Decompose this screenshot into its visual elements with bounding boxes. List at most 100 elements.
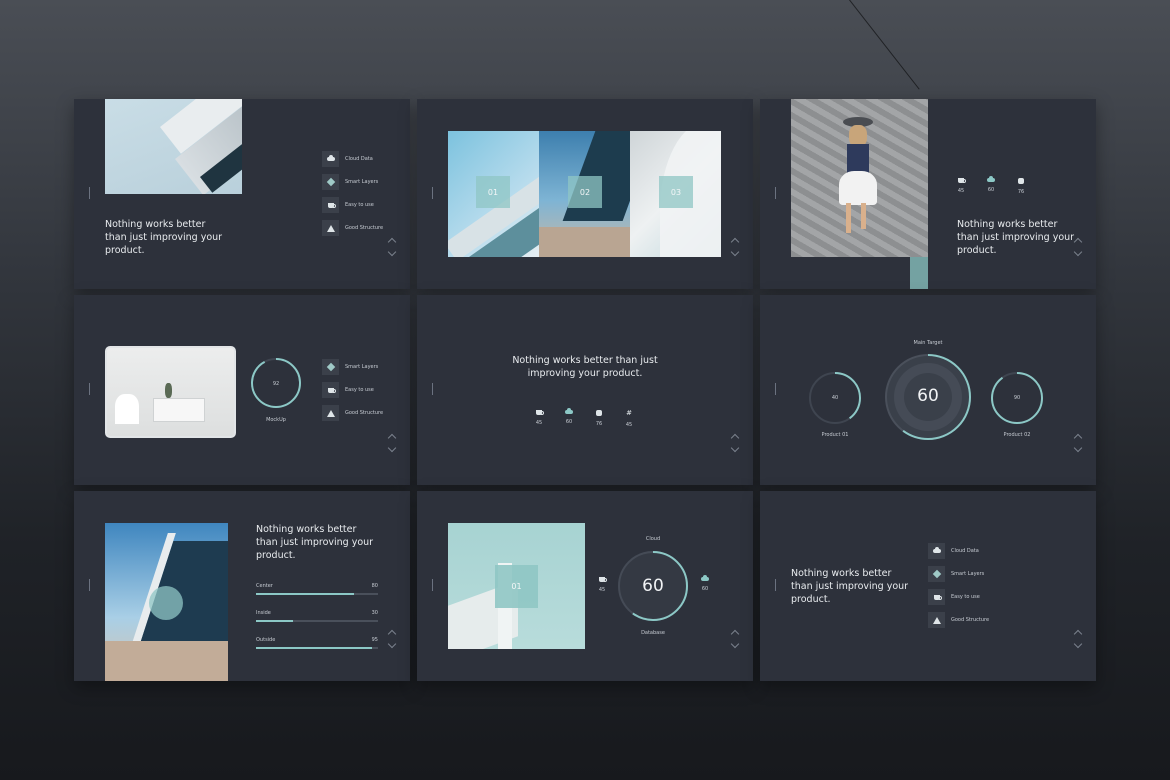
slide-6[interactable]: Main Target 60 40 Product 01 90 Product … xyxy=(760,295,1096,485)
chevron-up-icon[interactable] xyxy=(730,237,740,247)
slide-nav[interactable] xyxy=(1073,433,1083,455)
main-target-label: Main Target xyxy=(913,340,943,346)
feature-item: Good Structure xyxy=(322,220,383,236)
slide-headline: Nothing works better than just improving… xyxy=(957,219,1075,256)
slide-nav[interactable] xyxy=(387,433,397,455)
product-02-label: Product 02 xyxy=(1003,432,1031,438)
slide-marker xyxy=(432,187,433,199)
progress-inside: Inside 30 xyxy=(256,610,378,622)
slide-4[interactable]: 92 MockUp Smart Layers Easy to use Good … xyxy=(74,295,410,485)
architecture-photo xyxy=(105,523,228,681)
accent-strip xyxy=(910,257,928,289)
chevron-down-icon[interactable] xyxy=(387,247,397,257)
stat-item: 76 xyxy=(584,410,614,428)
slide-nav[interactable] xyxy=(1073,629,1083,651)
slide-nav[interactable] xyxy=(387,237,397,259)
stat-item: #45 xyxy=(625,409,633,429)
cup-icon xyxy=(599,577,607,582)
building-photo xyxy=(105,99,242,194)
chevron-down-icon[interactable] xyxy=(1073,247,1083,257)
feature-list: Cloud Data Smart Layers Easy to use Good… xyxy=(322,151,383,236)
number-tile: 01 xyxy=(495,565,538,608)
slide-marker xyxy=(89,383,90,395)
feature-item: Smart Layers xyxy=(322,359,383,375)
chevron-down-icon[interactable] xyxy=(730,247,740,257)
mockup-photo xyxy=(105,346,236,438)
chevron-up-icon[interactable] xyxy=(1073,237,1083,247)
slide-nav[interactable] xyxy=(730,433,740,455)
hash-icon: # xyxy=(626,409,632,417)
slide-marker xyxy=(775,187,776,199)
gauge-top-label: Cloud xyxy=(645,536,661,542)
slide-marker xyxy=(432,383,433,395)
cup-icon xyxy=(327,202,336,208)
layers-icon xyxy=(326,362,335,372)
cup-icon xyxy=(933,594,942,600)
chevron-up-icon[interactable] xyxy=(387,237,397,247)
product-01-value: 40 xyxy=(831,395,839,401)
chevron-down-icon[interactable] xyxy=(387,639,397,649)
cloud-icon xyxy=(932,547,941,553)
gauge-value: 60 xyxy=(642,576,664,596)
chevron-up-icon[interactable] xyxy=(387,629,397,639)
slide-2[interactable]: 01 02 03 xyxy=(417,99,753,289)
number-tile: 01 xyxy=(476,176,510,208)
slide-headline: Nothing works better than just improving… xyxy=(256,524,374,561)
slide-7[interactable]: Nothing works better than just improving… xyxy=(74,491,410,681)
chevron-down-icon[interactable] xyxy=(387,443,397,453)
peak-icon xyxy=(326,224,335,232)
product-01-label: Product 01 xyxy=(821,432,849,438)
feature-item: Good Structure xyxy=(322,405,383,421)
database-icon xyxy=(596,410,602,416)
feature-item: Easy to use xyxy=(322,382,383,398)
slide-9[interactable]: Nothing works better than just improving… xyxy=(760,491,1096,681)
slide-marker xyxy=(89,187,90,199)
chevron-up-icon[interactable] xyxy=(730,629,740,639)
product-02-value: 90 xyxy=(1013,395,1021,401)
cloud-icon xyxy=(326,155,335,161)
progress-outside: Outside 95 xyxy=(256,637,378,649)
stat-item: 45 xyxy=(587,577,617,593)
slide-8[interactable]: 01 Cloud 60 Database 45 60 xyxy=(417,491,753,681)
slide-nav[interactable] xyxy=(730,629,740,651)
feature-item: Easy to use xyxy=(928,589,989,605)
mockup-label: MockUp xyxy=(266,417,286,423)
slide-nav[interactable] xyxy=(387,629,397,651)
progress-fill xyxy=(256,593,354,595)
slide-nav[interactable] xyxy=(730,237,740,259)
cup-icon xyxy=(958,178,966,183)
stat-item: 45 xyxy=(946,178,976,195)
cup-icon xyxy=(536,410,544,415)
chevron-up-icon[interactable] xyxy=(730,433,740,443)
slide-nav[interactable] xyxy=(1073,237,1083,259)
slide-marker xyxy=(89,579,90,591)
stats-row: 45 60 76 #45 xyxy=(524,408,644,429)
layers-icon xyxy=(932,569,941,579)
gauge-bottom-label: Database xyxy=(641,630,665,636)
chevron-up-icon[interactable] xyxy=(387,433,397,443)
chevron-up-icon[interactable] xyxy=(1073,629,1083,639)
feature-item: Easy to use xyxy=(322,197,383,213)
mockup-value: 92 xyxy=(272,381,280,387)
feature-item: Smart Layers xyxy=(322,174,383,190)
progress-fill xyxy=(256,647,372,649)
cloud-icon xyxy=(565,408,573,414)
progress-center: Center 80 xyxy=(256,583,378,595)
layers-icon xyxy=(326,177,335,187)
chevron-up-icon[interactable] xyxy=(1073,433,1083,443)
number-tile: 03 xyxy=(659,176,693,208)
chevron-down-icon[interactable] xyxy=(730,639,740,649)
feature-item: Cloud Data xyxy=(322,151,383,167)
feature-item: Smart Layers xyxy=(928,566,989,582)
chevron-down-icon[interactable] xyxy=(730,443,740,453)
slide-5[interactable]: Nothing works better than just improving… xyxy=(417,295,753,485)
chevron-down-icon[interactable] xyxy=(1073,639,1083,649)
slide-marker xyxy=(775,383,776,395)
background-streak xyxy=(845,0,920,90)
slide-1[interactable]: Nothing works better than just improving… xyxy=(74,99,410,289)
slide-3[interactable]: 45 60 76 Nothing works better than just … xyxy=(760,99,1096,289)
chevron-down-icon[interactable] xyxy=(1073,443,1083,453)
stat-item: 60 xyxy=(554,408,584,428)
stat-item: 60 xyxy=(690,575,720,592)
feature-item: Good Structure xyxy=(928,612,989,628)
